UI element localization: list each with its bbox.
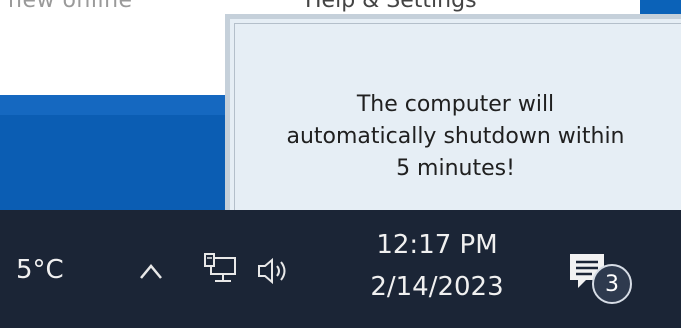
weather-temperature[interactable]: 5°C — [16, 255, 64, 285]
background-center-text: Help & Settings — [305, 0, 477, 13]
notification-count-badge: 3 — [592, 264, 632, 304]
background-blue-panel-highlight — [0, 95, 225, 115]
chevron-up-icon[interactable] — [137, 258, 165, 286]
volume-icon[interactable] — [256, 255, 292, 287]
network-icon[interactable] — [202, 252, 238, 288]
shutdown-message: The computer will automatically shutdown… — [286, 92, 625, 181]
clock-date: 2/14/2023 — [370, 272, 504, 302]
notification-center-button[interactable]: 3 — [562, 246, 642, 310]
system-clock[interactable]: 12:17 PM 2/14/2023 — [342, 224, 532, 308]
background-left-text: new online — [8, 0, 133, 13]
taskbar: 5°C 12:17 PM 2/14/2023 3 — [0, 210, 681, 328]
shutdown-notification-popup[interactable]: The computer will automatically shutdown… — [225, 14, 681, 210]
clock-time: 12:17 PM — [376, 230, 498, 260]
